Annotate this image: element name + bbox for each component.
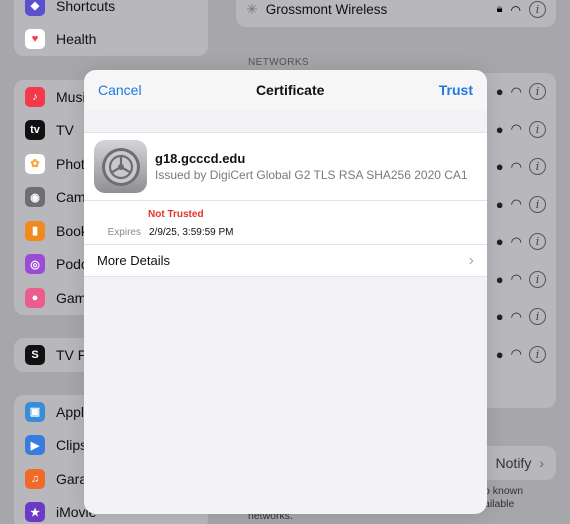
- current-network-row[interactable]: ✳ Grossmont Wireless 🔒︎ ◠ i: [236, 0, 556, 27]
- footnote-line: o known: [484, 485, 524, 497]
- info-icon[interactable]: i: [529, 1, 546, 18]
- podcasts-icon: ◎: [25, 254, 45, 275]
- lock-icon: ●: [495, 121, 504, 137]
- lock-icon: ●: [495, 309, 504, 325]
- sidebar-item-label: Clips: [56, 437, 88, 454]
- lock-icon: ●: [495, 234, 504, 250]
- garageband-icon: ♫: [25, 468, 45, 489]
- more-details-label: More Details: [97, 253, 170, 268]
- certificate-card: g18.gcccd.edu Issued by DigiCert Global …: [84, 132, 487, 277]
- wifi-icon: ◠: [510, 83, 522, 99]
- lock-icon: 🔒︎: [496, 3, 503, 15]
- lock-icon: ●: [495, 346, 504, 362]
- notify-value: Notify: [495, 455, 532, 471]
- info-icon[interactable]: i: [529, 195, 546, 213]
- lock-icon: ●: [495, 271, 504, 287]
- sidebar-item-shortcuts[interactable]: ◆ Shortcuts: [14, 0, 208, 23]
- settings-gear-icon: [94, 140, 147, 193]
- ask-to-join-footnote: o known ailable: [484, 485, 523, 511]
- game-center-icon: ●: [25, 287, 45, 308]
- sidebar-group-top: ◆ Shortcuts ♥ Health: [14, 0, 208, 56]
- certificate-modal: Cancel Certificate Trust g18.gcccd.edu I…: [84, 70, 487, 514]
- health-icon: ♥: [25, 29, 45, 50]
- music-icon: ♪: [25, 86, 45, 107]
- current-network-name: Grossmont Wireless: [265, 2, 388, 17]
- wifi-icon: ◠: [510, 158, 522, 174]
- sidebar-item-label: Shortcuts: [56, 0, 116, 14]
- certificate-text: g18.gcccd.edu Issued by DigiCert Global …: [155, 151, 468, 182]
- modal-nav-bar: Cancel Certificate Trust: [84, 70, 487, 110]
- chevron-right-icon: ›: [539, 455, 544, 471]
- modal-spacer: [84, 110, 487, 132]
- camera-icon: ◉: [25, 187, 45, 208]
- wifi-icon: ◠: [510, 2, 521, 17]
- networks-section-label: NETWORKS: [248, 57, 309, 68]
- certificate-header: g18.gcccd.edu Issued by DigiCert Global …: [84, 132, 487, 201]
- info-icon[interactable]: i: [529, 120, 546, 138]
- cancel-button[interactable]: Cancel: [98, 82, 142, 98]
- spinner-icon: ✳: [246, 1, 258, 17]
- imovie-icon: ★: [25, 502, 45, 523]
- sidebar-item-label: TV: [56, 122, 74, 139]
- certificate-issuer: Issued by DigiCert Global G2 TLS RSA SHA…: [155, 168, 468, 182]
- expires-row: Expires 2/9/25, 3:59:59 PM: [84, 227, 487, 238]
- lock-icon: ●: [495, 196, 504, 212]
- trust-status: Not Trusted: [148, 209, 204, 220]
- wifi-icon: ◠: [510, 346, 522, 362]
- wifi-icon: ◠: [510, 121, 522, 137]
- wifi-icon: ◠: [510, 308, 522, 324]
- expires-value: 2/9/25, 3:59:59 PM: [149, 227, 234, 238]
- info-icon[interactable]: i: [529, 83, 546, 101]
- chevron-right-icon: ›: [468, 251, 474, 269]
- sidebar-item-label: Health: [56, 31, 97, 48]
- more-details-button[interactable]: More Details ›: [84, 244, 487, 277]
- trust-status-block: Not Trusted Expires 2/9/25, 3:59:59 PM: [84, 201, 487, 244]
- wifi-icon: ◠: [510, 271, 522, 287]
- tv-provider-icon: S: [25, 344, 45, 365]
- clips-icon: ▶: [25, 435, 45, 456]
- tv-icon: tv: [25, 120, 45, 141]
- wifi-icon: ◠: [510, 233, 522, 249]
- info-icon[interactable]: i: [529, 345, 546, 363]
- certificate-name: g18.gcccd.edu: [155, 151, 246, 166]
- wifi-icon: ◠: [510, 196, 522, 212]
- modal-title: Certificate: [255, 82, 325, 98]
- shortcuts-icon: ◆: [25, 0, 45, 16]
- info-icon[interactable]: i: [529, 158, 546, 176]
- info-icon[interactable]: i: [529, 233, 546, 251]
- sidebar-item-health[interactable]: ♥ Health: [14, 23, 208, 57]
- photos-icon: ✿: [25, 153, 45, 174]
- trust-button[interactable]: Trust: [439, 82, 473, 98]
- lock-icon: ●: [495, 84, 504, 100]
- apple-configurator-icon: ▣: [25, 401, 45, 422]
- info-icon[interactable]: i: [529, 270, 546, 288]
- expires-label: Expires: [107, 227, 141, 238]
- books-icon: ▮: [25, 220, 45, 241]
- footnote-line: ailable: [484, 498, 515, 510]
- lock-icon: ●: [495, 159, 504, 175]
- info-icon[interactable]: i: [529, 308, 546, 326]
